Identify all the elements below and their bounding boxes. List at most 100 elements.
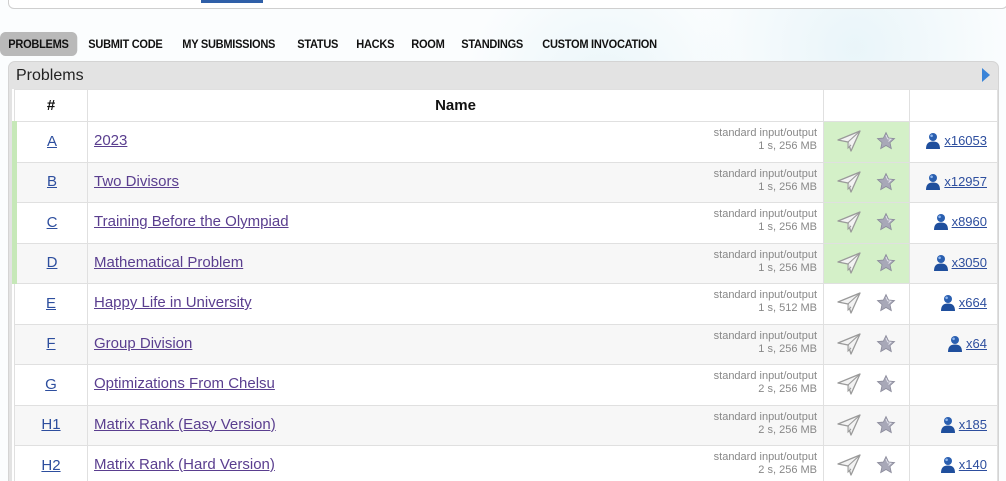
problem-name-cell: 2023 standard input/output 1 s, 256 MB [87,121,824,163]
star-icon[interactable] [876,415,896,435]
table-header-row: # Name [14,89,998,122]
problem-name-cell: Matrix Rank (Easy Version) standard input… [87,404,824,446]
nav-item-standings[interactable]: STANDINGS [453,32,531,56]
problem-name-link[interactable]: Two Divisors [94,173,179,190]
nav-item-custom-invocation[interactable]: CUSTOM INVOCATION [534,32,665,56]
solvers-count-link[interactable]: x664 [959,295,987,310]
solvers-count-link[interactable]: x3050 [952,255,987,270]
table-row: H2 Matrix Rank (Hard Version) standard inp… [14,445,998,481]
problem-index-cell: H1 [14,404,88,446]
star-icon[interactable] [876,253,896,273]
triangle-right-icon[interactable] [982,68,990,82]
problem-index-link[interactable]: C [47,214,58,231]
nav-item-problems[interactable]: PROBLEMS [0,32,77,56]
user-icon [940,294,956,312]
problem-name-link[interactable]: Optimizations From Chelsu [94,375,275,392]
solvers-count: x64 [947,335,987,353]
solvers-count-link[interactable]: x64 [966,336,987,351]
problem-actions-cell [823,404,910,446]
table-row: B Two Divisors standard input/output 1 s, 2… [12,161,998,203]
nav-item-submit-code[interactable]: SUBMIT CODE [80,32,171,56]
nav-item-room[interactable]: ROOM [403,32,453,56]
problem-time-memory: 1 s, 256 MB [758,261,817,274]
problem-index-link[interactable]: F [46,335,55,352]
problem-name-link[interactable]: Training Before the Olympiad [94,213,289,230]
problem-limits: standard input/output 1 s, 256 MB [714,127,817,153]
problem-io-type: standard input/output [713,127,817,139]
problem-index-link[interactable]: H2 [41,457,60,474]
nav-item-my-submissions[interactable]: MY SUBMISSIONS [174,32,283,56]
problem-index-link[interactable]: H1 [41,416,60,433]
table-row: H1 Matrix Rank (Easy Version) standard inp… [14,404,998,446]
user-icon [933,254,949,272]
problem-io-type: standard input/output [713,329,817,342]
solvers-count-link[interactable]: x8960 [952,214,987,229]
problem-actions-cell [823,121,910,163]
problem-limits: standard input/output 1 s, 256 MB [714,249,817,275]
paper-plane-icon[interactable] [836,372,862,396]
problem-name-link[interactable]: Mathematical Problem [94,254,243,271]
user-icon [933,213,949,231]
solvers-count-link[interactable]: x16053 [944,133,987,148]
paper-plane-icon[interactable] [836,332,862,356]
problem-index-cell: B [12,161,88,203]
star-icon[interactable] [876,172,896,192]
problem-solvers-cell: x16053 [909,121,998,163]
star-icon[interactable] [876,131,896,151]
problem-name-cell: Group Division standard input/output 1 s, … [87,323,824,365]
problem-name-link[interactable]: Group Division [94,335,192,352]
problem-index-cell: G [14,364,88,406]
problem-time-memory: 2 s, 256 MB [758,383,817,395]
problem-name-cell: Training Before the Olympiad standard inp… [87,202,824,244]
table-row: D Mathematical Problem standard input/outp… [12,242,998,284]
paper-plane-icon[interactable] [836,251,862,275]
solvers-count: x185 [940,416,987,434]
header-name: Name [87,89,824,122]
star-icon[interactable] [876,212,896,232]
problem-time-memory: 1 s, 256 MB [758,342,817,355]
problem-name-link[interactable]: Happy Life in University [94,294,252,311]
problem-index-link[interactable]: G [45,376,57,393]
problem-index-link[interactable]: E [46,295,56,312]
problem-index-link[interactable]: A [47,133,57,150]
problem-solvers-cell: x3050 [909,242,998,284]
problem-index-cell: C [12,202,88,244]
panel-title: Problems [16,67,84,84]
user-icon [925,173,941,191]
problem-index-link[interactable]: B [47,173,57,190]
paper-plane-icon[interactable] [836,210,862,234]
problem-name-link[interactable]: Matrix Rank (Hard Version) [94,456,275,473]
solvers-count: x3050 [933,254,987,272]
star-icon[interactable] [876,374,896,394]
problem-limits: standard input/output 1 s, 256 MB [714,330,817,356]
problem-limits: standard input/output 2 s, 256 MB [714,411,817,437]
paper-plane-icon[interactable] [836,413,862,437]
star-icon[interactable] [876,334,896,354]
problem-solvers-cell: x8960 [909,202,998,244]
solvers-count-link[interactable]: x185 [959,417,987,432]
nav-item-status[interactable]: STATUS [289,32,346,56]
paper-plane-icon[interactable] [836,453,862,477]
problem-name-link[interactable]: Matrix Rank (Easy Version) [94,416,276,433]
paper-plane-icon[interactable] [836,291,862,315]
problems-table: # Name A 2023 standard input/output 1 s, 25… [12,89,998,481]
paper-plane-icon[interactable] [836,129,862,153]
table-row: A 2023 standard input/output 1 s, 256 MB x16… [12,121,998,163]
nav-item-hacks[interactable]: HACKS [348,32,402,56]
star-icon[interactable] [876,293,896,313]
top-strip-accent [201,0,263,3]
solvers-count: x8960 [933,213,987,231]
problem-time-memory: 1 s, 256 MB [758,221,817,233]
problem-solvers-cell [909,364,998,406]
solvers-count-link[interactable]: x140 [959,457,987,472]
problem-io-type: standard input/output [713,248,817,261]
problems-panel: Problems # Name A 2023 standard input/outp… [8,61,999,481]
problem-name-link[interactable]: 2023 [94,132,127,149]
solvers-count-link[interactable]: x12957 [944,174,987,189]
star-icon[interactable] [876,455,896,475]
solvers-count: x140 [940,456,987,474]
paper-plane-icon[interactable] [836,170,862,194]
table-row: F Group Division standard input/output 1 s,… [14,323,998,365]
problem-solvers-cell: x12957 [909,161,998,203]
problem-index-link[interactable]: D [47,254,58,271]
